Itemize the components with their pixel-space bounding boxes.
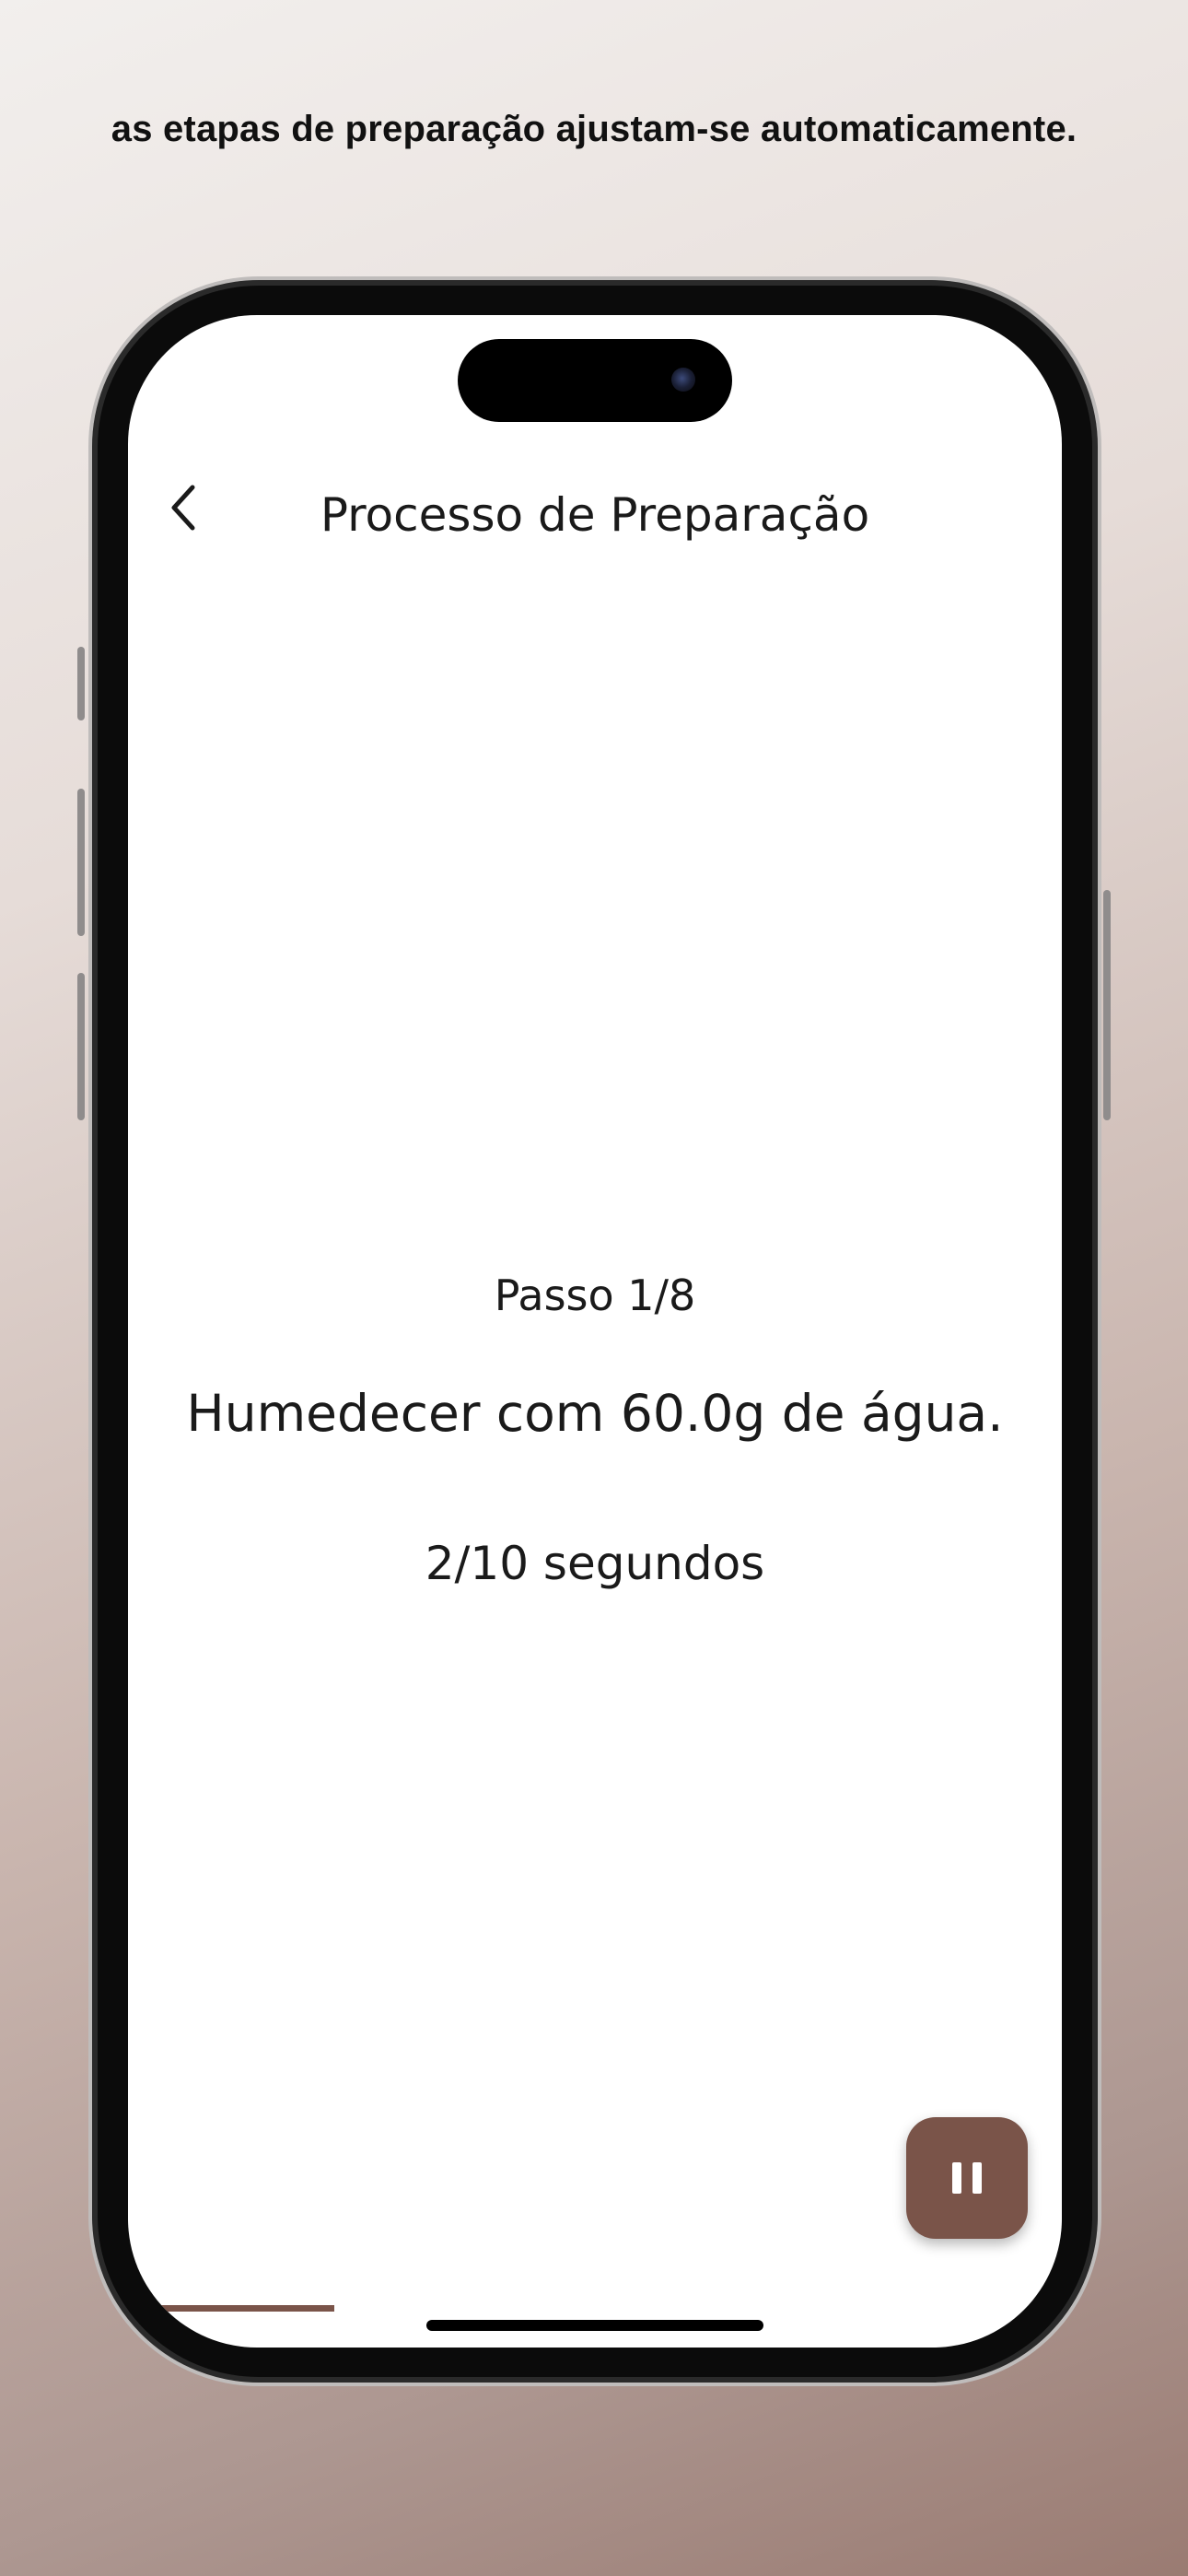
step-counter: Passo 1/8 (494, 1270, 696, 1320)
pause-button[interactable] (906, 2117, 1028, 2239)
home-indicator[interactable] (426, 2320, 763, 2331)
camera-icon (671, 368, 695, 392)
page-title: Processo de Preparação (320, 488, 870, 542)
action-button (77, 647, 85, 720)
navigation-bar: Processo de Preparação (128, 463, 1062, 555)
step-timer: 2/10 segundos (425, 1537, 765, 1590)
progress-fill (161, 2305, 334, 2312)
progress-bar (161, 2305, 1027, 2312)
app-screen: Processo de Preparação Passo 1/8 Humedec… (128, 315, 1062, 2348)
promo-headline: as etapas de preparação ajustam-se autom… (111, 109, 1077, 149)
volume-up-button (77, 789, 85, 936)
volume-down-button (77, 973, 85, 1120)
step-instruction: Humedecer com 60.0g de água. (186, 1384, 1004, 1443)
pause-icon (947, 2162, 987, 2194)
dynamic-island (458, 339, 732, 422)
power-button (1103, 890, 1111, 1120)
